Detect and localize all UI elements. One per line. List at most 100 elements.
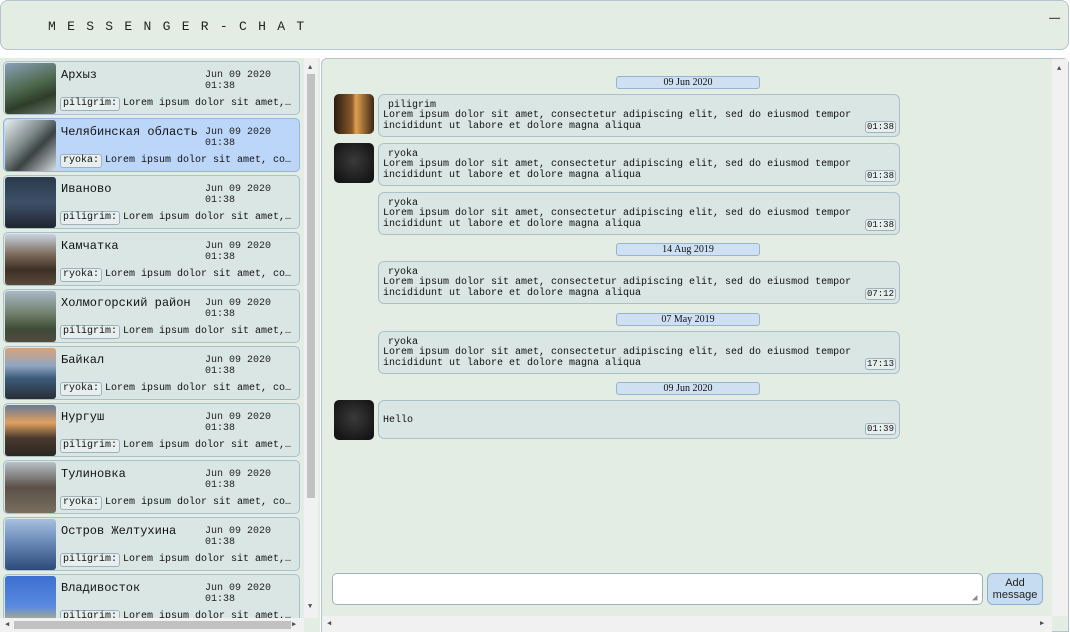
chat-name: Холмогорский район — [61, 296, 191, 310]
chat-list-horizontal-scrollbar[interactable]: ◀ ▶ — [0, 618, 304, 632]
scroll-right-icon[interactable]: ▶ — [1040, 620, 1044, 628]
chat-item[interactable]: Остров Желтухина Jun 09 2020 01:38 pilig… — [3, 517, 300, 571]
chat-thumbnail — [5, 120, 56, 171]
message-bubble: ryoka Lorem ipsum dolor sit amet, consec… — [378, 143, 900, 186]
conversation-vertical-scrollbar[interactable]: ▲ — [1052, 59, 1068, 616]
message-text: Lorem ipsum dolor sit amet, consectetur … — [383, 159, 852, 181]
scrollbar-thumb[interactable] — [307, 74, 315, 498]
date-separator: 14 Aug 2019 — [616, 243, 760, 256]
chat-thumbnail — [5, 63, 56, 114]
add-button-label-line2: message — [992, 589, 1038, 601]
chat-name: Челябинская область — [61, 125, 198, 139]
message-avatar — [334, 94, 374, 134]
message-bubble: Hello 01:39 — [378, 400, 900, 439]
chat-item[interactable]: Байкал Jun 09 2020 01:38 ryoka: Lorem ip… — [3, 346, 300, 400]
last-message-preview: Lorem ipsum dolor sit amet, co… — [105, 269, 292, 280]
chat-item[interactable]: Нургуш Jun 09 2020 01:38 piligrim: Lorem… — [3, 403, 300, 457]
last-author-badge: ryoka: — [60, 382, 103, 396]
message-text: Hello — [383, 415, 414, 426]
date-separator: 09 Jun 2020 — [616, 382, 760, 395]
message-avatar — [334, 400, 374, 440]
message-text: Lorem ipsum dolor sit amet, consectetur … — [383, 110, 852, 132]
last-message-preview: Lorem ipsum dolor sit amet,… — [123, 98, 292, 109]
chat-date: Jun 09 2020 01:38 — [205, 298, 272, 320]
message-bubble: ryoka Lorem ipsum dolor sit amet, consec… — [378, 331, 900, 374]
last-message-preview: Lorem ipsum dolor sit amet, co… — [105, 383, 292, 394]
chat-name: Нургуш — [61, 410, 105, 424]
message-time: 01:38 — [864, 170, 896, 182]
message-bubble: piligrim Lorem ipsum dolor sit amet, con… — [378, 94, 900, 137]
conversation-panel: 09 Jun 2020 piligrim Lorem ipsum dolor s… — [321, 58, 1069, 632]
scroll-left-icon[interactable]: ◀ — [5, 621, 9, 629]
message-avatar — [334, 143, 374, 183]
chat-thumbnail — [5, 348, 56, 399]
last-message-preview: Lorem ipsum dolor sit amet,… — [123, 554, 292, 565]
chat-item[interactable]: Тулиновка Jun 09 2020 01:38 ryoka: Lorem… — [3, 460, 300, 514]
scroll-left-icon[interactable]: ◀ — [327, 620, 331, 628]
chat-date: Jun 09 2020 01:38 — [205, 127, 272, 149]
last-message-preview: Lorem ipsum dolor sit amet,… — [123, 212, 292, 223]
last-message-preview: Lorem ipsum dolor sit amet, co… — [105, 155, 292, 166]
chat-name: Байкал — [61, 353, 105, 367]
minimize-icon[interactable]: — — [1049, 9, 1060, 29]
add-button-label-line1: Add — [1005, 577, 1025, 589]
chat-list-vertical-scrollbar[interactable]: ▲ ▼ — [304, 58, 318, 618]
chat-name: Тулиновка — [61, 467, 126, 481]
scroll-right-icon[interactable]: ▶ — [292, 621, 296, 629]
message-time: 17:13 — [864, 358, 896, 370]
chat-item[interactable]: Архыз Jun 09 2020 01:38 piligrim: Lorem … — [3, 61, 300, 115]
last-author-badge: ryoka: — [60, 496, 103, 510]
chat-date: Jun 09 2020 01:38 — [205, 583, 272, 605]
last-author-badge: ryoka: — [60, 154, 103, 168]
chat-thumbnail — [5, 177, 56, 228]
chat-date: Jun 09 2020 01:38 — [205, 469, 272, 491]
last-author-badge: ryoka: — [60, 268, 103, 282]
scroll-up-icon[interactable]: ▲ — [308, 64, 312, 72]
last-message-preview: Lorem ipsum dolor sit amet, co… — [105, 497, 292, 508]
chat-thumbnail — [5, 234, 56, 285]
message-bubble: ryoka Lorem ipsum dolor sit amet, consec… — [378, 261, 900, 304]
scroll-up-icon[interactable]: ▲ — [1057, 65, 1061, 73]
chat-name: Остров Желтухина — [61, 524, 177, 538]
chat-date: Jun 09 2020 01:38 — [205, 241, 272, 263]
last-author-badge: piligrim: — [60, 211, 121, 225]
message-time: 01:39 — [864, 423, 896, 435]
last-author-badge: piligrim: — [60, 553, 121, 567]
chat-name: Иваново — [61, 182, 112, 196]
last-author-badge: piligrim: — [60, 439, 121, 453]
chat-item[interactable]: Холмогорский район Jun 09 2020 01:38 pil… — [3, 289, 300, 343]
app-title: MESSENGER-CHAT — [48, 19, 316, 34]
resize-grip-icon[interactable]: ◢ — [972, 593, 977, 603]
message-text: Lorem ipsum dolor sit amet, consectetur … — [383, 208, 852, 230]
chat-list-panel: Архыз Jun 09 2020 01:38 piligrim: Lorem … — [0, 58, 320, 632]
app-header: MESSENGER-CHAT — — [0, 0, 1069, 50]
date-separator: 07 May 2019 — [616, 313, 760, 326]
chat-item[interactable]: Иваново Jun 09 2020 01:38 piligrim: Lore… — [3, 175, 300, 229]
scrollbar-thumb[interactable] — [14, 621, 291, 629]
chat-date: Jun 09 2020 01:38 — [205, 70, 272, 92]
last-author-badge: piligrim: — [60, 97, 121, 111]
message-input[interactable] — [332, 573, 983, 605]
message-time: 07:12 — [864, 288, 896, 300]
conversation-horizontal-scrollbar[interactable]: ◀ ▶ — [322, 616, 1052, 632]
chat-list: Архыз Jun 09 2020 01:38 piligrim: Lorem … — [3, 61, 301, 631]
chat-date: Jun 09 2020 01:38 — [205, 184, 272, 206]
date-separator: 09 Jun 2020 — [616, 76, 760, 89]
chat-thumbnail — [5, 462, 56, 513]
chat-date: Jun 09 2020 01:38 — [205, 526, 272, 548]
message-text: Lorem ipsum dolor sit amet, consectetur … — [383, 347, 852, 369]
message-bubble: ryoka Lorem ipsum dolor sit amet, consec… — [378, 192, 900, 235]
chat-thumbnail — [5, 405, 56, 456]
chat-thumbnail — [5, 519, 56, 570]
chat-date: Jun 09 2020 01:38 — [205, 412, 272, 434]
chat-item[interactable]: Челябинская область Jun 09 2020 01:38 ry… — [3, 118, 300, 172]
scroll-down-icon[interactable]: ▼ — [308, 603, 312, 611]
chat-thumbnail — [5, 291, 56, 342]
chat-item[interactable]: Камчатка Jun 09 2020 01:38 ryoka: Lorem … — [3, 232, 300, 286]
chat-name: Камчатка — [61, 239, 119, 253]
chat-name: Архыз — [61, 68, 98, 82]
add-message-button[interactable]: Add message — [987, 573, 1043, 605]
message-time: 01:38 — [864, 121, 896, 133]
last-author-badge: piligrim: — [60, 325, 121, 339]
last-message-preview: Lorem ipsum dolor sit amet,… — [123, 326, 292, 337]
